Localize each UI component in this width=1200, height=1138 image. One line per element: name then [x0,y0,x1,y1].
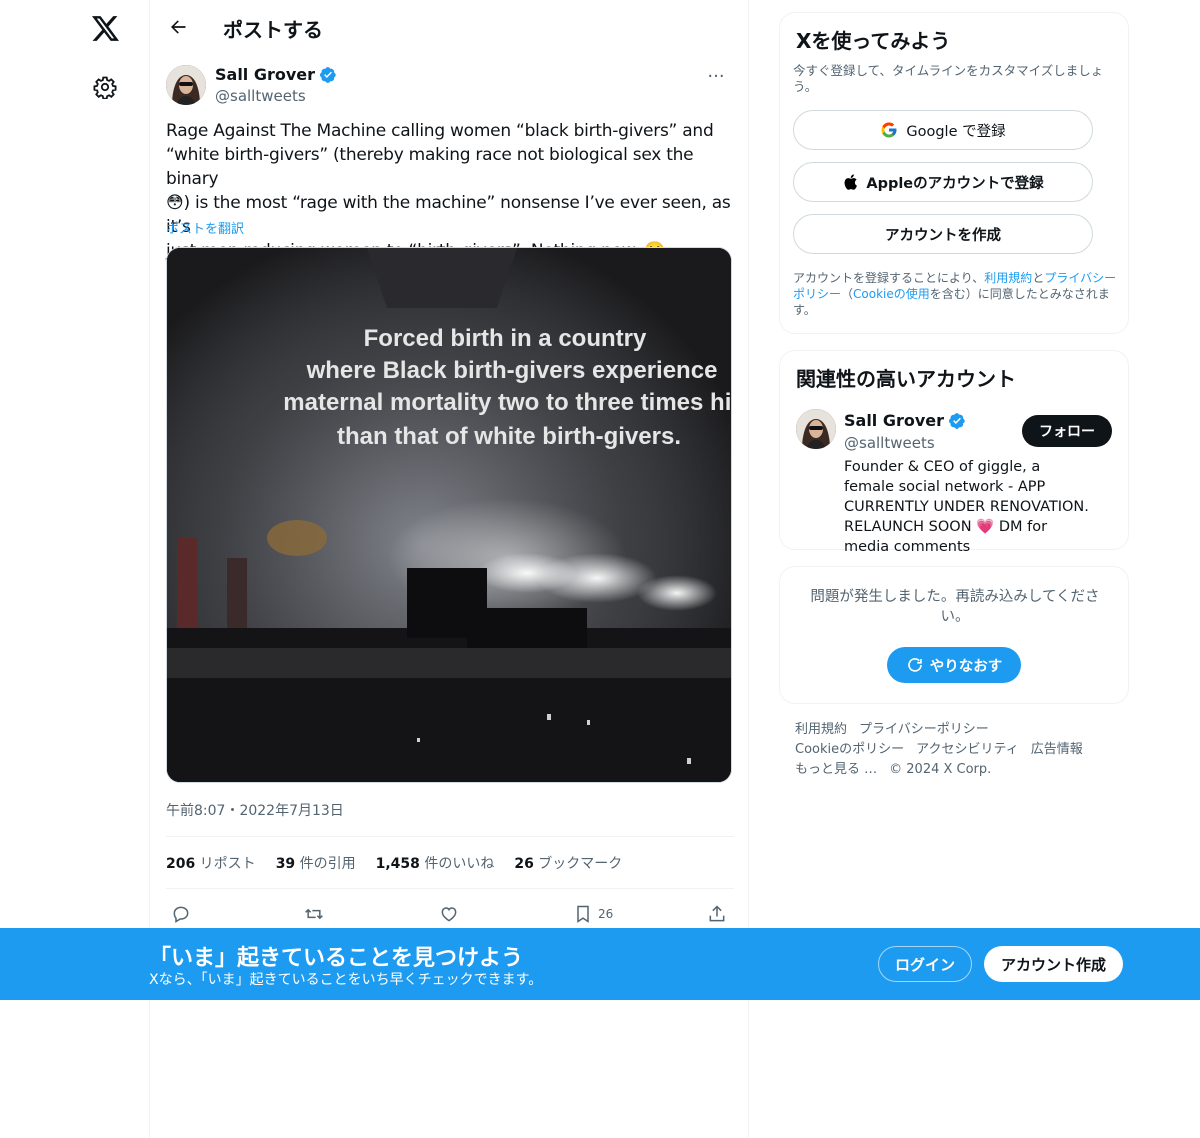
signup-terms: アカウントを登録することにより、利用規約とプライバシーポリシー（Cookieの使… [793,271,1117,317]
stat-reposts[interactable]: 206 リポスト [166,853,256,873]
tweet-author: Sall Grover @salltweets ··· [166,64,734,108]
footer-link-terms[interactable]: 利用規約 [795,722,847,737]
repost-icon[interactable] [303,900,325,928]
media-caption-line: maternal mortality two to three times hi… [283,389,732,416]
create-account-button[interactable]: アカウントを作成 [793,214,1093,254]
footer-link-accessibility[interactable]: アクセシビリティ [916,742,1019,757]
footer-link-ads[interactable]: 広告情報 [1031,742,1083,757]
cookie-link[interactable]: Cookieの使用 [853,287,930,301]
heart-emoji: 💗 [976,519,995,535]
avatar[interactable] [796,409,836,449]
tweet-actions: 26 [166,900,734,928]
retry-button[interactable]: やりなおす [887,647,1021,683]
back-arrow-icon[interactable] [162,11,194,43]
bookmark-icon [577,905,589,923]
reply-icon[interactable] [171,900,191,928]
media-caption-line: Forced birth in a country [364,325,647,352]
apple-icon [844,174,858,190]
flushed-emoji: 😳 [166,193,184,213]
media-caption-line: than that of white birth-givers. [337,423,681,450]
author-handle[interactable]: @salltweets [215,87,306,105]
footer-copyright: © 2024 X Corp. [889,762,992,777]
media-caption-line: where Black birth-givers experience [306,357,718,384]
share-icon[interactable] [707,900,727,928]
tweet-text-line: Rage Against The Machine calling women “… [166,121,714,141]
like-icon[interactable] [439,900,459,928]
author-name-text[interactable]: Sall Grover [215,65,315,84]
header: ポストする [150,0,750,54]
verified-badge-icon [320,66,336,83]
tweet-text-line: 😳) is the most “rage with the machine” n… [166,193,731,237]
stat-likes[interactable]: 1,458 件のいいね [376,853,495,873]
footer-link-cookie[interactable]: Cookieのポリシー [795,742,904,757]
apple-signup-button[interactable]: Appleのアカウントで登録 [793,162,1093,202]
divider [166,888,734,889]
relevant-accounts-card: 関連性の高いアカウント Sall Grover @salltweets フォロー… [779,350,1129,555]
stat-quotes[interactable]: 39 件の引用 [276,853,356,873]
sidebar-footer: 利用規約 プライバシーポリシー Cookieのポリシー アクセシビリティ 広告情報 も… [795,720,1115,780]
apple-signup-label: Appleのアカウントで登録 [866,175,1044,192]
stat-bookmarks[interactable]: 26 ブックマーク [514,853,622,873]
author-name[interactable]: Sall Grover [215,65,337,84]
tweet-text-line: “white birth-givers” (thereby making rac… [166,145,694,189]
tweet-stats: 206 リポスト 39 件の引用 1,458 件のいいね 26 ブックマーク [166,853,622,873]
tweet-media[interactable]: Forced birth in a country where Black bi… [166,247,732,783]
terms-link[interactable]: 利用規約 [984,271,1032,285]
gear-icon[interactable] [89,71,121,103]
verified-badge-icon [949,412,965,429]
refresh-icon [907,658,922,672]
more-options-icon[interactable]: ··· [702,64,730,88]
create-account-banner-button[interactable]: アカウント作成 [984,946,1123,982]
login-button[interactable]: ログイン [878,946,972,982]
signup-title: Xを使ってみよう [796,29,951,53]
google-icon [881,122,897,138]
tweet-text: Rage Against The Machine calling women “… [166,119,734,263]
google-signup-button[interactable]: Google で登録 [793,110,1093,150]
signup-card: Xを使ってみよう 今すぐ登録して、タイムラインをカスタマイズしましょう。 Goo… [779,12,1129,334]
follow-button[interactable]: フォロー [1022,415,1112,447]
banner-title: 「いま」起きていることを見つけよう [149,946,524,971]
x-logo-icon[interactable] [89,12,121,44]
account-bio: Founder & CEO of giggle, a female social… [844,459,1089,555]
error-card: 問題が発生しました。再読み込みしてください。 やりなおす [779,566,1129,704]
tweet-timestamp[interactable]: 午前8:07・2022年7月13日 [166,800,344,820]
avatar[interactable] [166,65,206,105]
relevant-title: 関連性の高いアカウント [796,367,1016,391]
account-name[interactable]: Sall Grover [844,411,966,430]
divider [166,836,734,837]
login-banner: 「いま」起きていることを見つけよう Xなら、「いま」起きていることをいち早くチェ… [0,928,1200,1000]
bookmark-count: 26 [598,907,614,921]
page-title: ポストする [223,18,323,42]
footer-link-more[interactable]: もっと見る … [795,762,877,777]
signup-subtitle: 今すぐ登録して、タイムラインをカスタマイズしましょう。 [793,63,1104,94]
account-handle[interactable]: @salltweets [844,434,935,452]
translate-post-link[interactable]: ポストを翻訳 [166,218,244,237]
banner-subtitle: Xなら、「いま」起きていることをいち早くチェックできます。 [149,972,543,988]
error-message: 問題が発生しました。再読み込みしてください。 [810,589,1100,625]
footer-link-privacy[interactable]: プライバシーポリシー [859,722,989,737]
bookmark-button[interactable]: 26 [574,900,613,928]
google-signup-label: Google で登録 [906,123,1006,140]
